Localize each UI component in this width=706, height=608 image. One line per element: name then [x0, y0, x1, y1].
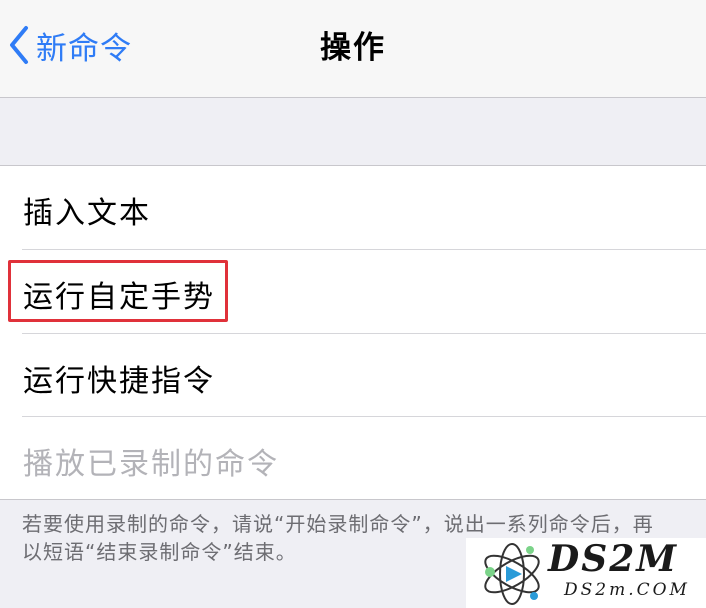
navigation-bar: 新命令 操作	[0, 0, 706, 98]
list-item-play-recorded-command: 播放已录制的命令	[0, 417, 706, 500]
actions-list: 插入文本 运行自定手势 运行快捷指令 播放已录制的命令	[0, 165, 706, 500]
page-title: 操作	[320, 30, 386, 66]
list-item-run-custom-gesture[interactable]: 运行自定手势	[0, 250, 706, 333]
atom-logo-icon	[484, 543, 540, 605]
list-item-label: 播放已录制的命令	[23, 447, 279, 482]
list-item-label: 运行自定手势	[23, 280, 215, 315]
watermark-subtitle: DS2m.COM	[564, 580, 690, 600]
list-item-insert-text[interactable]: 插入文本	[0, 166, 706, 249]
list-item-run-shortcut[interactable]: 运行快捷指令	[0, 334, 706, 417]
watermark-title: DS2M	[548, 538, 679, 580]
list-item-label: 运行快捷指令	[23, 364, 215, 399]
list-item-label: 插入文本	[23, 196, 151, 231]
watermark-logo: DS2M DS2m.COM	[466, 538, 706, 608]
